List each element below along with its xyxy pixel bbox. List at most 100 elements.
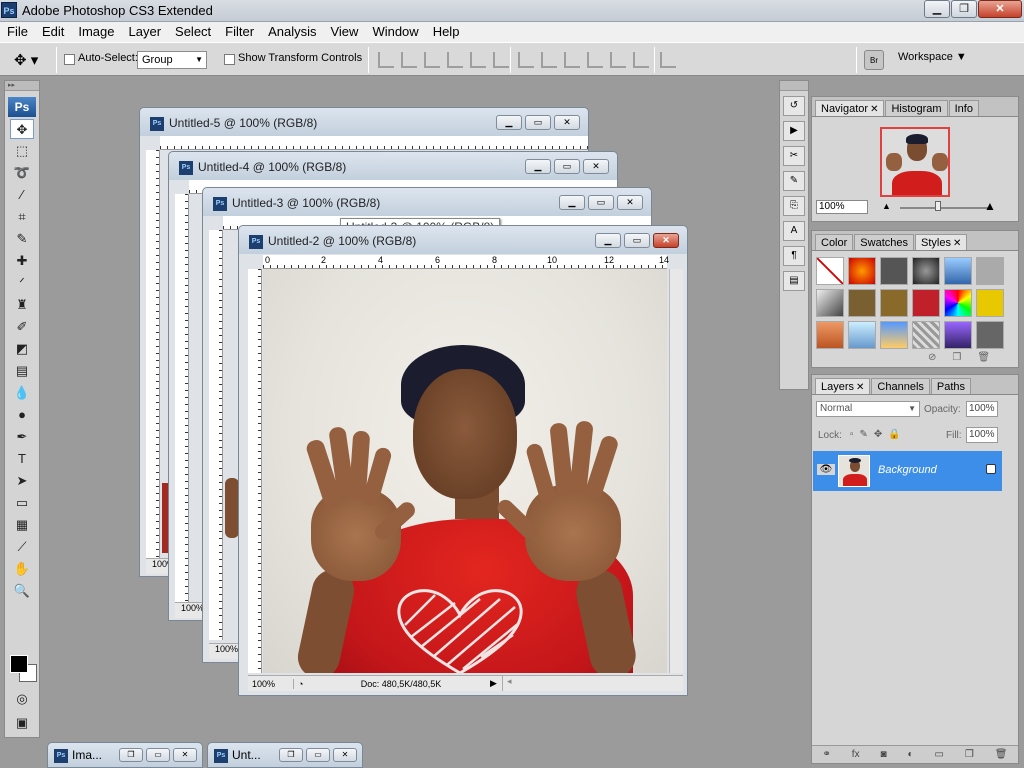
document-window-untitled-2[interactable]: Ps Untitled-2 @ 100% (RGB/8) ▁ ▭ ✕ 0 2 4… (238, 225, 688, 696)
actions-icon[interactable]: ▶ (783, 121, 805, 141)
horizontal-scrollbar[interactable]: ◂ (502, 676, 683, 691)
zoom-out-icon[interactable]: ▲ (882, 201, 891, 211)
tab-layers[interactable]: Layers ✕ (815, 378, 871, 394)
status-menu-arrow-icon[interactable]: ▶ (490, 678, 502, 689)
style-swatch[interactable] (976, 289, 1004, 317)
layer-row-background[interactable]: 👁 Background (813, 451, 1002, 491)
brushes-icon[interactable]: ✎ (783, 171, 805, 191)
opacity-input[interactable]: 100% (966, 401, 998, 417)
lock-icons[interactable]: ▫✎✥🔒 (850, 429, 907, 440)
eraser-tool-icon[interactable]: ◩ (10, 339, 34, 359)
menu-filter[interactable]: Filter (218, 22, 261, 42)
menu-edit[interactable]: Edit (35, 22, 71, 42)
tab-paths[interactable]: Paths (930, 378, 972, 394)
close-button[interactable]: ✕ (653, 233, 679, 248)
layer-comps-icon[interactable]: ▤ (783, 271, 805, 291)
style-swatch[interactable] (848, 289, 876, 317)
style-swatch[interactable] (976, 321, 1004, 349)
restore-button[interactable]: ❐ (951, 0, 977, 18)
style-swatch[interactable] (816, 321, 844, 349)
gradient-tool-icon[interactable]: ▤ (10, 361, 34, 381)
crop-tool-icon[interactable]: ⌗ (10, 207, 34, 227)
tab-channels[interactable]: Channels (871, 378, 930, 394)
menu-select[interactable]: Select (168, 22, 218, 42)
menu-image[interactable]: Image (71, 22, 121, 42)
blend-mode-dropdown[interactable]: Normal ▼ (816, 401, 920, 417)
maximize-button[interactable]: ▭ (525, 115, 551, 130)
minimize-button[interactable]: ▁ (924, 0, 950, 18)
minimized-document[interactable]: Ps Unt... ❐ ▭ ✕ (207, 742, 363, 768)
close-button[interactable]: ✕ (583, 159, 609, 174)
tab-swatches[interactable]: Swatches (854, 234, 914, 250)
tab-color[interactable]: Color (815, 234, 854, 250)
style-swatch[interactable] (816, 289, 844, 317)
close-button[interactable]: ✕ (173, 748, 197, 762)
type-tool-icon[interactable]: T (10, 449, 34, 469)
bridge-icon[interactable]: Br (864, 50, 884, 70)
auto-align-button[interactable] (660, 52, 683, 68)
panel-grip[interactable] (780, 81, 808, 91)
align-buttons[interactable] (378, 52, 516, 68)
notes-tool-icon[interactable]: ▦ (10, 515, 34, 535)
document-titlebar[interactable]: Ps Untitled-3 @ 100% (RGB/8) ▁ ▭ ✕ (203, 188, 651, 216)
menu-view[interactable]: View (323, 22, 365, 42)
style-swatch[interactable] (944, 289, 972, 317)
foreground-color-swatch[interactable] (10, 655, 28, 673)
blur-tool-icon[interactable]: 💧 (10, 383, 34, 403)
document-titlebar[interactable]: Ps Untitled-4 @ 100% (RGB/8) ▁ ▭ ✕ (169, 152, 617, 180)
paragraph-icon[interactable]: ¶ (783, 246, 805, 266)
shape-tool-icon[interactable]: ▭ (10, 493, 34, 513)
minimize-button[interactable]: ▁ (559, 195, 585, 210)
zoom-slider-handle[interactable] (935, 201, 941, 211)
image-canvas[interactable] (263, 269, 667, 673)
style-swatch[interactable] (912, 321, 940, 349)
style-swatch[interactable] (912, 257, 940, 285)
zoom-tool-icon[interactable]: 🔍 (10, 581, 34, 601)
document-titlebar[interactable]: Ps Untitled-2 @ 100% (RGB/8) ▁ ▭ ✕ (239, 226, 687, 254)
auto-select-checkbox[interactable] (64, 54, 75, 65)
style-none[interactable] (816, 257, 844, 285)
dodge-tool-icon[interactable]: ● (10, 405, 34, 425)
zoom-slider-track[interactable] (900, 207, 990, 209)
maximize-button[interactable]: ▭ (306, 748, 330, 762)
new-layer-icon[interactable]: ❐ (965, 746, 974, 763)
close-button[interactable]: ✕ (554, 115, 580, 130)
style-swatch[interactable] (880, 257, 908, 285)
screen-mode-icon[interactable]: ▣ (10, 713, 34, 733)
navigator-zoom-input[interactable]: 100% (816, 200, 868, 214)
panel-grip[interactable]: ▸▸ (5, 81, 39, 91)
restore-button[interactable]: ❐ (119, 748, 143, 762)
navigator-preview[interactable] (880, 127, 950, 197)
path-selection-tool-icon[interactable]: ➤ (10, 471, 34, 491)
character-icon[interactable]: A (783, 221, 805, 241)
delete-layer-icon[interactable]: 🗑 (995, 746, 1008, 763)
distribute-buttons[interactable] (518, 52, 656, 68)
minimize-button[interactable]: ▁ (496, 115, 522, 130)
eyedropper-tool-icon[interactable]: ⟋ (10, 537, 34, 557)
minimized-document[interactable]: Ps Ima... ❐ ▭ ✕ (47, 742, 203, 768)
healing-brush-tool-icon[interactable]: ✚ (10, 251, 34, 271)
menu-help[interactable]: Help (426, 22, 467, 42)
style-swatch[interactable] (880, 321, 908, 349)
tab-navigator[interactable]: Navigator ✕ (815, 100, 885, 116)
maximize-button[interactable]: ▭ (146, 748, 170, 762)
workspace-menu[interactable]: Workspace ▼ (898, 51, 967, 63)
styles-footer-icons[interactable]: ⊘❐🗑 (928, 352, 1006, 363)
maximize-button[interactable]: ▭ (554, 159, 580, 174)
pen-tool-icon[interactable]: ✒ (10, 427, 34, 447)
fill-input[interactable]: 100% (966, 427, 998, 443)
slice-tool-icon[interactable]: ✎ (10, 229, 34, 249)
marquee-tool-icon[interactable]: ⬚ (10, 141, 34, 161)
close-button[interactable]: ✕ (978, 0, 1022, 18)
show-transform-checkbox[interactable] (224, 54, 235, 65)
auto-select-dropdown[interactable]: Group ▼ (137, 51, 207, 69)
style-swatch[interactable] (848, 257, 876, 285)
maximize-button[interactable]: ▭ (624, 233, 650, 248)
style-swatch[interactable] (912, 289, 940, 317)
layer-mask-icon[interactable]: ◙ (881, 746, 887, 763)
tool-preset-picker[interactable]: ✥ ▾ (14, 51, 48, 69)
clone-source-icon[interactable]: ⎘ (783, 196, 805, 216)
style-swatch[interactable] (976, 257, 1004, 285)
maximize-button[interactable]: ▭ (588, 195, 614, 210)
info-icon[interactable]: ◔ (298, 679, 312, 689)
